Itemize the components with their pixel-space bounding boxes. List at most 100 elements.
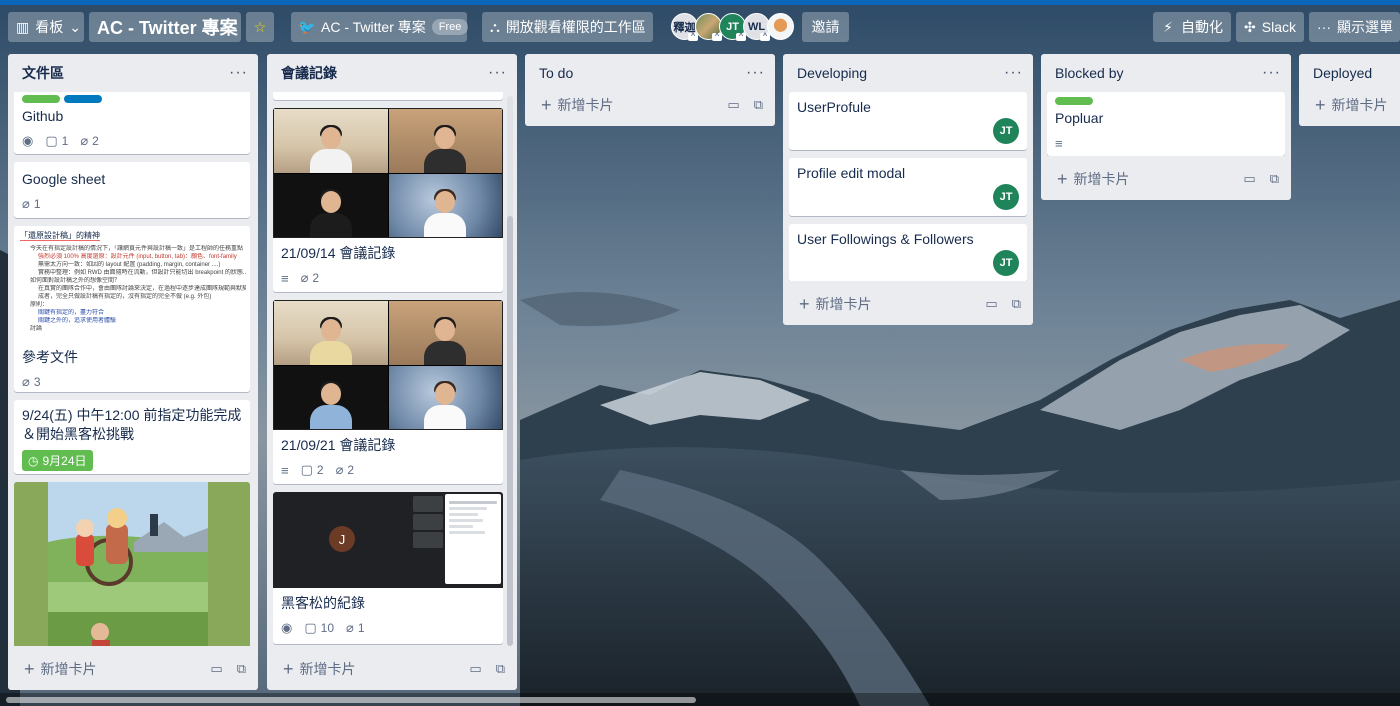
more-icon: ··· — [1317, 19, 1331, 35]
board-title[interactable]: AC - Twitter 專案 — [89, 12, 241, 42]
list-title[interactable]: Blocked by — [1055, 65, 1123, 81]
list-title[interactable]: To do — [539, 65, 573, 81]
template-card-icon[interactable]: ⧉ — [1012, 296, 1021, 312]
card-hackathon-log[interactable]: J 黑客松的紀錄 ◉ ▢ 10 ⌀ 1 — [273, 492, 503, 644]
member-avatar[interactable]: 釋迦 ^ — [671, 13, 698, 41]
video-thumbnail — [413, 496, 443, 512]
add-card-button[interactable]: + 新增卡片 — [24, 659, 97, 679]
template-card-icon[interactable]: ⧉ — [754, 97, 763, 113]
card-member-avatar[interactable]: JT — [993, 118, 1019, 144]
list-header[interactable]: Blocked by ··· — [1041, 54, 1291, 92]
member-avatar[interactable] — [767, 13, 794, 40]
eye-icon: ◉ — [281, 92, 291, 93]
list-menu-icon[interactable]: ··· — [1262, 64, 1281, 82]
cover-doc-line: 強烈必須 100% 高度還原：設計元件 (input, button, tab)… — [38, 254, 237, 260]
list-header[interactable]: 會議記錄 ··· — [267, 54, 517, 92]
list-title[interactable]: Developing — [797, 65, 867, 81]
add-card-label: 新增卡片 — [557, 97, 614, 113]
member-avatar[interactable]: WL ^ — [743, 13, 770, 41]
list-header[interactable]: Developing ··· — [783, 54, 1033, 92]
cover-doc-line: 實務中整理：例如 RWD 由面隨時在流動，但設計只能切出 breakpoint … — [38, 270, 246, 276]
camera-icon[interactable]: ▭ — [727, 97, 739, 113]
card-google-sheet[interactable]: Google sheet ⌀ 1 — [14, 162, 250, 218]
automation-button[interactable]: ⚡ 自動化 — [1153, 12, 1231, 42]
member-avatar[interactable]: ^ — [695, 13, 722, 41]
add-card-button[interactable]: + 新增卡片 — [799, 294, 872, 314]
comment-icon: ▢ — [45, 133, 58, 148]
invite-button[interactable]: 邀請 — [802, 12, 849, 42]
star-button[interactable]: ☆ — [246, 12, 274, 42]
automation-label: 自動化 — [1181, 19, 1223, 35]
list-header[interactable]: Deployed — [1299, 54, 1400, 92]
cover-doc-heading: 「還原設計稿」的精神 — [20, 231, 100, 241]
template-card-icon[interactable]: ⧉ — [237, 661, 246, 677]
template-card-icon[interactable]: ⧉ — [1270, 171, 1279, 187]
due-date-badge[interactable]: ◷ 9月24日 — [22, 450, 93, 471]
card-profile-edit-modal[interactable]: Profile edit modal JT — [789, 158, 1027, 216]
card-member-avatar[interactable]: JT — [993, 184, 1019, 210]
card-meeting-0921[interactable]: 21/09/21 會議記錄 ≡ ▢ 2 ⌀ 2 — [273, 300, 503, 484]
list-header[interactable]: 文件區 ··· — [8, 54, 258, 92]
template-card-icon[interactable]: ⧉ — [496, 661, 505, 677]
paperclip-icon: ⌀ — [22, 196, 30, 211]
visibility-button[interactable]: ⛬ 開放觀看權限的工作區 — [482, 12, 653, 42]
member-initials: JT — [999, 257, 1013, 269]
cover-illustration — [14, 482, 244, 646]
add-card-button[interactable]: + 新增卡片 — [541, 95, 614, 115]
list-menu-icon[interactable]: ··· — [488, 64, 507, 82]
show-menu-button[interactable]: ··· 顯示選單 — [1309, 12, 1400, 42]
comment-icon: ▢ — [323, 92, 334, 93]
board-scrollbar-thumb[interactable] — [6, 697, 696, 703]
camera-icon[interactable]: ▭ — [210, 661, 222, 677]
list-menu-icon[interactable]: ··· — [229, 64, 248, 82]
card-user-followings[interactable]: User Followings & Followers JT — [789, 224, 1027, 281]
participant-avatar: J — [329, 526, 355, 552]
cover-doc-line: 關鍵之外的，追求使用者體驗 — [38, 318, 117, 324]
list-header[interactable]: To do ··· — [525, 54, 775, 92]
list-title[interactable]: 文件區 — [22, 63, 64, 83]
description-icon: ≡ — [281, 462, 289, 478]
member-initials: JT — [999, 191, 1013, 203]
description-icon: ≡ — [1055, 135, 1063, 151]
list-cards: UserProfule JT Profile edit modal JT Use… — [789, 92, 1027, 281]
board-view-switcher[interactable]: ▥ 看板 ⌄ — [8, 12, 84, 42]
paperclip-icon: ⌀ — [346, 620, 354, 635]
comment-count: 1 — [61, 134, 69, 148]
list-menu-icon[interactable]: ··· — [1004, 64, 1023, 82]
add-card-button[interactable]: + 新增卡片 — [1057, 169, 1130, 189]
workspace-button[interactable]: 🐦 AC - Twitter 專案 Free — [291, 12, 469, 42]
card-github[interactable]: Github ◉ ▢ 1 ⌀ 2 — [14, 92, 250, 154]
camera-icon[interactable]: ▭ — [985, 296, 997, 312]
list-title[interactable]: Deployed — [1313, 65, 1372, 81]
camera-icon[interactable]: ▭ — [469, 661, 481, 677]
card-user-profile[interactable]: UserProfule JT — [789, 92, 1027, 150]
star-icon: ☆ — [253, 18, 267, 35]
camera-icon[interactable]: ▭ — [1243, 171, 1255, 187]
card-image-cover[interactable] — [14, 482, 250, 646]
list-menu-icon[interactable]: ··· — [746, 64, 765, 82]
list-scrollbar[interactable] — [507, 96, 513, 646]
video-tile — [388, 109, 502, 173]
board-horizontal-scrollbar[interactable] — [0, 693, 1400, 706]
attachment-count: 2 — [347, 463, 355, 477]
add-card-button[interactable]: + 新增卡片 — [283, 659, 356, 679]
board-view-icon: ▥ — [16, 18, 30, 35]
board-members: 釋迦 ^ ^ JT ^ WL ^ — [671, 13, 794, 41]
description-icon: ≡ — [303, 92, 310, 93]
card-label-green[interactable] — [22, 95, 60, 103]
card-label-blue[interactable] — [64, 95, 102, 103]
card-deadline[interactable]: 9/24(五) 中午12:00 前指定功能完成＆開始黑客松挑戰 ◷ 9月24日 — [14, 400, 250, 474]
cover-doc-line: 如何面對設計稿之外的想像空間？ — [30, 278, 121, 284]
card-label-green[interactable] — [1055, 97, 1093, 105]
member-avatar[interactable]: JT ^ — [719, 13, 746, 41]
card-meeting-0914[interactable]: 21/09/14 會議記錄 ≡ ⌀ 2 — [273, 108, 503, 292]
card-member-avatar[interactable]: JT — [993, 250, 1019, 276]
list-title[interactable]: 會議記錄 — [281, 63, 337, 83]
card-reference-docs[interactable]: 「還原設計稿」的精神 今天在有指定設計稿的情況下，「讓網頁元件與設計稿一致」是工… — [14, 226, 250, 392]
card-popular[interactable]: Popluar ≡ — [1047, 92, 1285, 156]
list-scrollbar-thumb[interactable] — [507, 216, 513, 646]
card-partial[interactable]: ◉ ≡ ▢ ⌀ — [273, 92, 503, 100]
slack-button[interactable]: ✣ Slack — [1236, 12, 1304, 42]
add-card-button[interactable]: + 新增卡片 — [1315, 95, 1388, 115]
chevron-down-icon: ⌄ — [69, 18, 81, 35]
